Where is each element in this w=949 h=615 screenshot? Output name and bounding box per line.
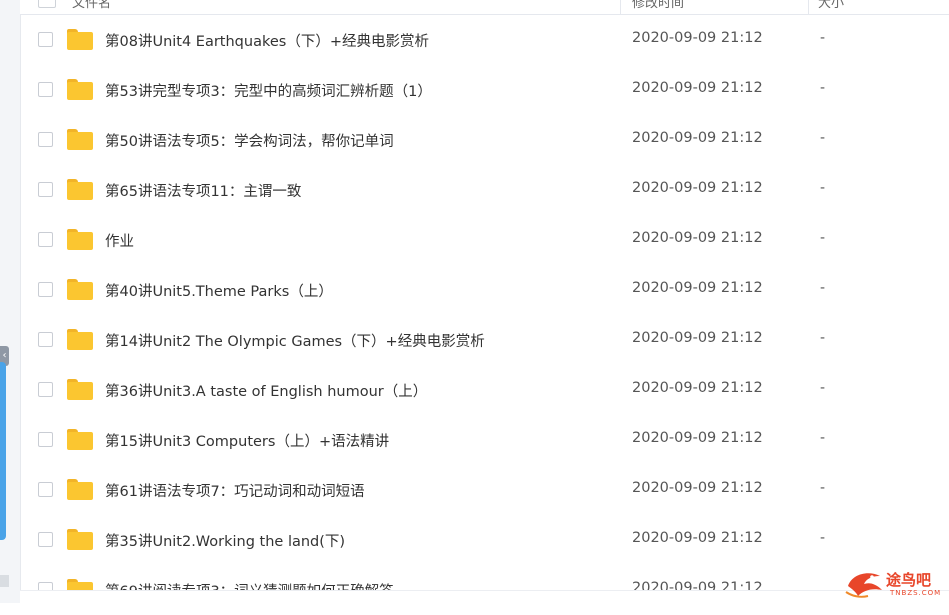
row-checkbox[interactable] <box>38 332 53 347</box>
file-row[interactable]: 第14讲Unit2 The Olympic Games（下）+经典电影赏析 202… <box>20 315 949 365</box>
file-size: - <box>820 80 826 96</box>
folder-icon <box>67 329 93 350</box>
file-name[interactable]: 第14讲Unit2 The Olympic Games（下）+经典电影赏析 <box>105 330 485 351</box>
file-list-header: 文件名 修改时间 大小 <box>20 0 949 15</box>
file-name[interactable]: 第08讲Unit4 Earthquakes（下）+经典电影赏析 <box>105 30 429 51</box>
modified-date: 2020-09-09 21:12 <box>632 530 763 546</box>
file-row[interactable]: 第50讲语法专项5：学会构词法，帮你记单词 2020-09-09 21:12 - <box>20 115 949 165</box>
folder-icon <box>67 529 93 550</box>
modified-date: 2020-09-09 21:12 <box>632 480 763 496</box>
row-checkbox[interactable] <box>38 282 53 297</box>
row-checkbox[interactable] <box>38 132 53 147</box>
modified-date: 2020-09-09 21:12 <box>632 80 763 96</box>
file-size: - <box>820 330 826 346</box>
side-scroll-indicator[interactable] <box>0 362 6 540</box>
file-row[interactable]: 第61讲语法专项7：巧记动词和动词短语 2020-09-09 21:12 - <box>20 465 949 515</box>
file-name[interactable]: 作业 <box>105 230 134 251</box>
file-size: - <box>820 130 826 146</box>
folder-icon <box>67 279 93 300</box>
file-size: - <box>820 180 826 196</box>
scrollbar-end[interactable] <box>0 575 9 587</box>
chevron-left-icon: ‹ <box>2 350 7 361</box>
modified-date: 2020-09-09 21:12 <box>632 180 763 196</box>
file-size: - <box>820 30 826 46</box>
file-size: - <box>820 480 826 496</box>
column-divider[interactable] <box>620 0 621 14</box>
file-list: 第08讲Unit4 Earthquakes（下）+经典电影赏析 2020-09-0… <box>20 15 949 615</box>
watermark-subtext: TNBZS.COM <box>890 589 942 597</box>
file-name[interactable]: 第61讲语法专项7：巧记动词和动词短语 <box>105 480 365 501</box>
file-size: - <box>820 380 826 396</box>
row-checkbox[interactable] <box>38 82 53 97</box>
file-row[interactable]: 第53讲完型专项3：完型中的高频词汇辨析题（1） 2020-09-09 21:12… <box>20 65 949 115</box>
modified-date: 2020-09-09 21:12 <box>632 380 763 396</box>
file-row[interactable]: 第36讲Unit3.A taste of English humour（上） 20… <box>20 365 949 415</box>
file-name[interactable]: 第50讲语法专项5：学会构词法，帮你记单词 <box>105 130 394 151</box>
watermark-text: 途鸟吧 <box>886 571 932 589</box>
column-header-modified[interactable]: 修改时间 <box>632 0 684 11</box>
row-checkbox[interactable] <box>38 532 53 547</box>
file-row[interactable]: 第35讲Unit2.Working the land(下) 2020-09-09 … <box>20 515 949 565</box>
file-size: - <box>820 530 826 546</box>
file-name[interactable]: 第53讲完型专项3：完型中的高频词汇辨析题（1） <box>105 80 432 101</box>
row-checkbox[interactable] <box>38 382 53 397</box>
folder-icon <box>67 29 93 50</box>
column-header-size[interactable]: 大小 <box>818 0 844 11</box>
row-checkbox[interactable] <box>38 232 53 247</box>
modified-date: 2020-09-09 21:12 <box>632 280 763 296</box>
file-size: - <box>820 230 826 246</box>
modified-date: 2020-09-09 21:12 <box>632 130 763 146</box>
file-row[interactable]: 作业 2020-09-09 21:12 - <box>20 215 949 265</box>
row-checkbox[interactable] <box>38 182 53 197</box>
modified-date: 2020-09-09 21:12 <box>632 30 763 46</box>
modified-date: 2020-09-09 21:12 <box>632 430 763 446</box>
modified-date: 2020-09-09 21:12 <box>632 230 763 246</box>
file-size: - <box>820 430 826 446</box>
folder-icon <box>67 179 93 200</box>
row-checkbox[interactable] <box>38 432 53 447</box>
bird-logo-icon <box>845 573 882 598</box>
row-checkbox[interactable] <box>38 482 53 497</box>
file-name[interactable]: 第36讲Unit3.A taste of English humour（上） <box>105 380 427 401</box>
modified-date: 2020-09-09 21:12 <box>632 330 763 346</box>
folder-icon <box>67 479 93 500</box>
column-header-name[interactable]: 文件名 <box>72 0 111 11</box>
list-bottom-edge <box>20 590 949 604</box>
folder-icon <box>67 429 93 450</box>
column-divider[interactable] <box>808 0 809 14</box>
folder-icon <box>67 129 93 150</box>
file-row[interactable]: 第65讲语法专项11：主谓一致 2020-09-09 21:12 - <box>20 165 949 215</box>
folder-icon <box>67 379 93 400</box>
file-name[interactable]: 第65讲语法专项11：主谓一致 <box>105 180 301 201</box>
file-row[interactable]: 第08讲Unit4 Earthquakes（下）+经典电影赏析 2020-09-0… <box>20 15 949 65</box>
file-size: - <box>820 280 826 296</box>
file-row[interactable]: 第40讲Unit5.Theme Parks（上） 2020-09-09 21:12… <box>20 265 949 315</box>
file-name[interactable]: 第40讲Unit5.Theme Parks（上） <box>105 280 333 301</box>
file-name[interactable]: 第15讲Unit3 Computers（上）+语法精讲 <box>105 430 389 451</box>
row-checkbox[interactable] <box>38 32 53 47</box>
folder-icon <box>67 229 93 250</box>
folder-icon <box>67 79 93 100</box>
watermark-logo: 途鸟吧 TNBZS.COM <box>842 566 946 602</box>
file-name[interactable]: 第35讲Unit2.Working the land(下) <box>105 530 345 551</box>
select-all-checkbox[interactable] <box>38 0 56 8</box>
file-row[interactable]: 第15讲Unit3 Computers（上）+语法精讲 2020-09-09 21… <box>20 415 949 465</box>
